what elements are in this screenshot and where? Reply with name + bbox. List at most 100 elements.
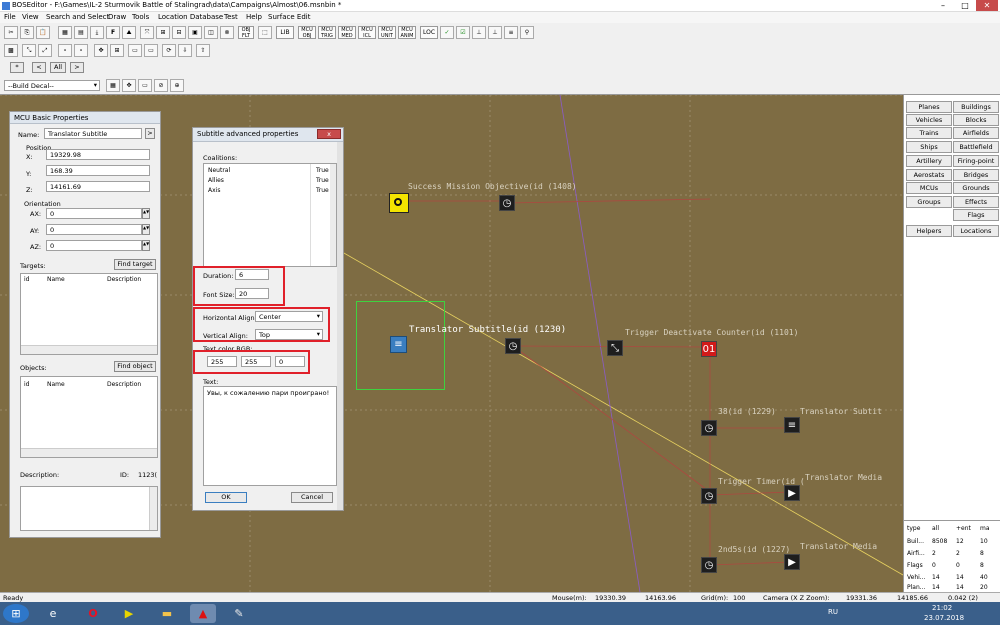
check-icon[interactable]: ✓ [440,26,454,39]
close-button[interactable]: ✕ [976,0,998,11]
palette-buildings[interactable]: Buildings [953,101,999,113]
palette-blocks[interactable]: Blocks [953,114,999,126]
subtitle-icon[interactable]: ≡ [390,336,407,353]
menu-test[interactable]: Test [224,13,238,21]
filter-prev[interactable]: < [32,62,46,73]
align-icon[interactable]: ⊥ [472,26,486,39]
palette-bridges[interactable]: Bridges [953,169,999,181]
obj-filter-button[interactable]: OBJ FLT [238,26,254,39]
palette-effects[interactable]: Effects [953,196,999,208]
timer-icon-3[interactable]: ◷ [701,420,717,436]
import-icon[interactable]: ⇩ [178,44,192,57]
palette-planes[interactable]: Planes [906,101,952,113]
palette-airfields[interactable]: Airfields [953,127,999,139]
counter-icon[interactable]: 01 [701,341,717,357]
paste-icon[interactable]: 📋 [36,26,50,39]
lib-button[interactable]: LIB [276,26,294,39]
view-icon[interactable]: ⬚ [258,26,272,39]
decal-icon-3[interactable]: ▭ [138,79,152,92]
timer-icon-2[interactable]: ◷ [505,338,521,354]
mcu-unit-button[interactable]: MCU UNIT [378,26,396,39]
maximize-button[interactable]: □ [954,0,976,11]
grid-icon[interactable]: ▦ [58,26,72,39]
targets-scrollbar[interactable] [21,345,157,354]
name-browse-button[interactable]: > [145,128,155,139]
coalition-allies-value[interactable]: True [316,177,329,184]
start-button[interactable]: ⊞ [3,604,29,623]
node-icon[interactable]: ∘ [58,44,72,57]
palette-locations[interactable]: Locations [953,225,999,237]
minimize-button[interactable]: – [932,0,954,11]
media-icon-2[interactable]: ▶ [784,554,800,570]
az-spinner[interactable]: ▲▼ [142,240,150,251]
name-input[interactable]: Translator Subtitle [44,128,142,139]
menu-view[interactable]: View [22,13,39,21]
pin-icon[interactable]: ⚲ [520,26,534,39]
palette-firing-point[interactable]: Firing-point [953,155,999,167]
mission-objective-icon[interactable] [389,193,409,213]
link-icon[interactable]: ⤧ [140,26,154,39]
checker-icon[interactable]: ▩ [4,44,18,57]
terrain-icon[interactable]: ⛰ [122,26,136,39]
editor-taskbar-icon[interactable]: ▲ [190,604,216,623]
node2-icon[interactable]: ∘ [74,44,88,57]
folder-icon[interactable]: ▬ [154,604,180,623]
y-input[interactable]: 168.39 [46,165,150,176]
decal-icon-4[interactable]: ⊘ [154,79,168,92]
menu-location-database[interactable]: Location Database [158,13,223,21]
split-icon[interactable]: ⊟ [172,26,186,39]
palette-grounds[interactable]: Grounds [953,182,999,194]
timer-icon-5[interactable]: ◷ [701,557,717,573]
path-icon[interactable]: ⤡ [22,44,36,57]
media-icon[interactable]: ▶ [784,485,800,501]
decal-icon-1[interactable]: ▦ [106,79,120,92]
layer-icon[interactable]: ▤ [74,26,88,39]
description-textarea[interactable] [20,486,158,531]
menu-surface-edit[interactable]: Surface Edit [268,13,310,21]
loc-button[interactable]: LOC [420,26,438,39]
ay-input[interactable]: 0 [46,224,142,235]
distribute-icon[interactable]: ≡ [504,26,518,39]
x-input[interactable]: 19329.98 [46,149,150,160]
mcu-icl-button[interactable]: MCU ICL [358,26,376,39]
palette-aerostats[interactable]: Aerostats [906,169,952,181]
move-icon[interactable]: ✥ [94,44,108,57]
download-icon[interactable]: ⤓ [90,26,104,39]
grid2-icon[interactable]: ⊞ [110,44,124,57]
rotate-icon[interactable]: ⟳ [162,44,176,57]
opera-icon[interactable]: O [80,604,106,623]
tile-icon[interactable]: ◫ [204,26,218,39]
align2-icon[interactable]: ⊥ [488,26,502,39]
objects-list[interactable]: id Name Description [20,376,158,458]
coalition-neutral-value[interactable]: True [316,167,329,174]
palette-vehicles[interactable]: Vehicles [906,114,952,126]
palette-artillery[interactable]: Artillery [906,155,952,167]
frame2-icon[interactable]: ▭ [144,44,158,57]
menu-search-select[interactable]: Search and Select [46,13,109,21]
path2-icon[interactable]: ⤢ [38,44,52,57]
cut-icon[interactable]: ✂ [4,26,18,39]
palette-groups[interactable]: Groups [906,196,952,208]
z-input[interactable]: 14161.69 [46,181,150,192]
menu-help[interactable]: Help [246,13,262,21]
subtitle-text-area[interactable]: Увы, к сожалению пари проиграно! [203,386,337,486]
mcu-anim-button[interactable]: MCU ANIM [398,26,416,39]
filter-all[interactable]: All [50,62,66,73]
mcu-trig-button[interactable]: MCU TRIG [318,26,336,39]
palette-helpers[interactable]: Helpers [906,225,952,237]
palette-flags[interactable]: Flags [953,209,999,221]
timer-icon-4[interactable]: ◷ [701,488,717,504]
filter-star[interactable]: * [10,62,24,73]
coalition-axis-value[interactable]: True [316,187,329,194]
deactivate-icon[interactable]: ⤡ [607,340,623,356]
decal-icon-5[interactable]: ⊕ [170,79,184,92]
export-icon[interactable]: ⇧ [196,44,210,57]
menu-draw[interactable]: Draw [108,13,126,21]
menu-tools[interactable]: Tools [132,13,149,21]
coalitions-list[interactable]: Neutral True Allies True Axis True [203,163,337,267]
media-player-icon[interactable]: ▶ [116,604,142,623]
find-object-button[interactable]: Find object [114,361,156,372]
palette-trains[interactable]: Trains [906,127,952,139]
subtitle-icon-2[interactable]: ≡ [784,417,800,433]
language-indicator[interactable]: RU [828,608,838,616]
